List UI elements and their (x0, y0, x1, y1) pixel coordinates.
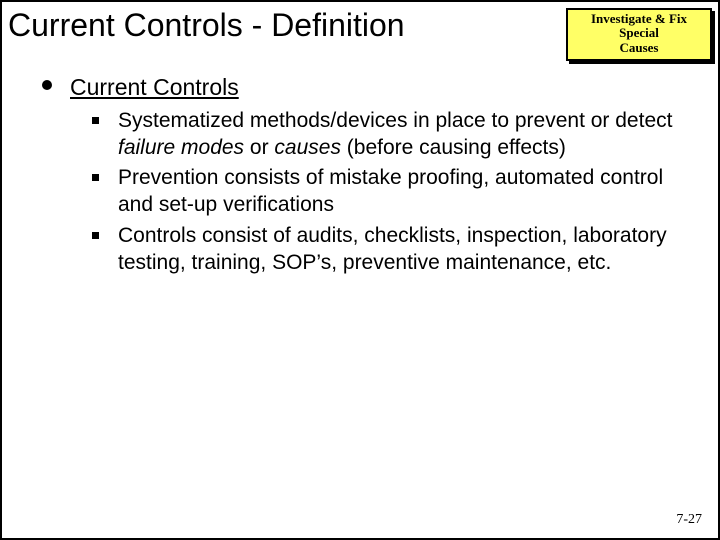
outline-subitem: Prevention consists of mistake proofing,… (92, 165, 696, 219)
outline-subitem: Systematized methods/devices in place to… (92, 108, 696, 162)
outline-item: Current Controls Systematized methods/de… (42, 73, 696, 277)
text-run: or (244, 136, 274, 159)
slide-header: Current Controls - Definition Investigat… (2, 2, 718, 69)
slide-title: Current Controls - Definition (8, 8, 405, 43)
outline-subitem-text: Controls consist of audits, checklists, … (118, 224, 667, 274)
slide-body: Current Controls Systematized methods/de… (2, 69, 718, 277)
outline-subitem: Controls consist of audits, checklists, … (92, 223, 696, 277)
outline-level1: Current Controls Systematized methods/de… (42, 73, 696, 277)
callout-box-wrap: Investigate & Fix Special Causes (566, 8, 718, 61)
callout-line: Investigate & Fix Special (572, 12, 706, 41)
callout-box: Investigate & Fix Special Causes (566, 8, 712, 61)
outline-subitem-text: Systematized methods/devices in place to… (118, 109, 672, 159)
square-bullet-icon (92, 174, 99, 181)
square-bullet-icon (92, 117, 99, 124)
text-run: (before causing effects) (341, 136, 566, 159)
outline-level2: Systematized methods/devices in place to… (70, 108, 696, 277)
text-run: Systematized methods/devices in place to… (118, 109, 672, 132)
text-em: causes (274, 136, 341, 159)
square-bullet-icon (92, 232, 99, 239)
disc-bullet-icon (42, 80, 52, 90)
outline-item-label: Current Controls (70, 74, 239, 100)
outline-subitem-text: Prevention consists of mistake proofing,… (118, 166, 663, 216)
text-em: failure modes (118, 136, 244, 159)
page-number: 7-27 (676, 512, 702, 528)
callout-line: Causes (572, 41, 706, 55)
